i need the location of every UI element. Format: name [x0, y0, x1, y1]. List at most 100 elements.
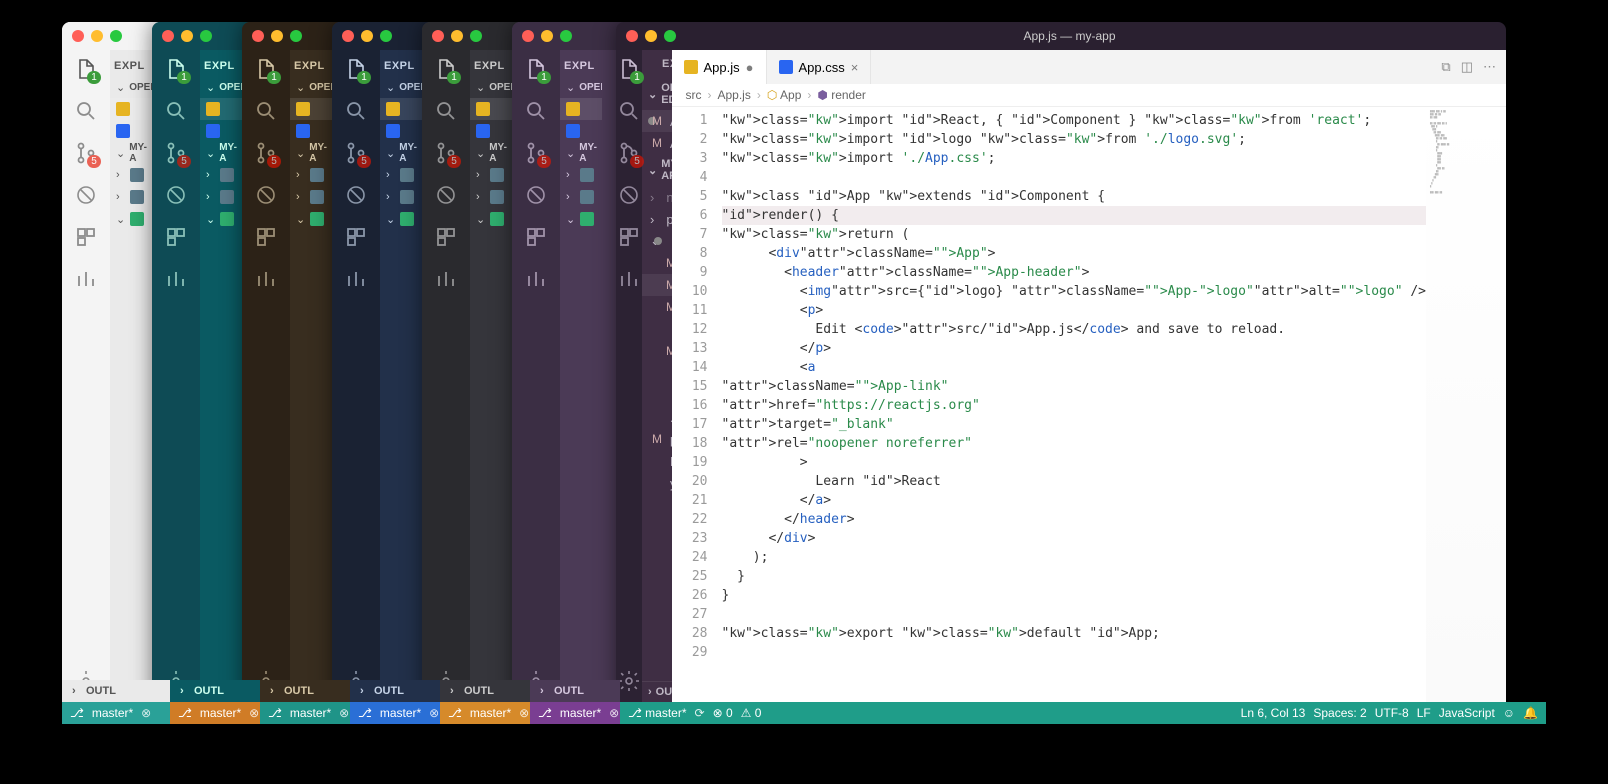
code-line[interactable]: "id">render() { [722, 206, 1427, 225]
tree-item[interactable]: index.css [642, 318, 672, 340]
search-icon[interactable] [343, 98, 369, 124]
extensions-icon[interactable] [163, 224, 189, 250]
breadcrumb-item[interactable]: App.js [718, 88, 751, 102]
cursor-position[interactable]: Ln 6, Col 13 [1241, 706, 1306, 720]
close-icon[interactable] [626, 30, 638, 42]
misc-icon[interactable] [253, 266, 279, 292]
zoom-icon[interactable] [290, 30, 302, 42]
close-icon[interactable] [432, 30, 444, 42]
debug-icon[interactable] [253, 182, 279, 208]
debug-icon[interactable] [73, 182, 99, 208]
open-editor-item[interactable]: App.csssrcM [642, 132, 672, 154]
minimap[interactable]: ████ ███ █ █████ ██ ████ █████ ██ ███ ██… [1426, 107, 1506, 702]
minimize-icon[interactable] [541, 30, 553, 42]
code-line[interactable]: } [722, 567, 1427, 586]
misc-icon[interactable] [163, 266, 189, 292]
source-control-icon[interactable]: 5 [343, 140, 369, 166]
tree-item[interactable]: index.jsM [642, 340, 672, 362]
tree-item[interactable]: serviceWorker.js [642, 384, 672, 406]
code-line[interactable]: <a [722, 358, 1427, 377]
extensions-icon[interactable] [433, 224, 459, 250]
misc-icon[interactable] [343, 266, 369, 292]
branch-indicator[interactable]: ⎇ master* [628, 706, 687, 720]
code-line[interactable]: "attr">target="_blank" [722, 415, 1427, 434]
debug-icon[interactable] [616, 182, 642, 208]
minimize-icon[interactable] [91, 30, 103, 42]
tree-item[interactable]: package.jsonM [642, 428, 672, 450]
code-line[interactable]: "kw">class="kw">return ( [722, 225, 1427, 244]
split-icon[interactable]: ◫ [1461, 59, 1473, 75]
source-control-icon[interactable]: 5 [616, 140, 642, 166]
tree-item[interactable]: README.md [642, 450, 672, 472]
source-control-icon[interactable]: 5 [163, 140, 189, 166]
code-line[interactable]: </a> [722, 491, 1427, 510]
zoom-icon[interactable] [664, 30, 676, 42]
code-line[interactable]: > [722, 453, 1427, 472]
breadcrumb[interactable]: src› App.js›⬡ App›⬢ render [672, 84, 1507, 107]
files-icon[interactable]: 1 [616, 56, 642, 82]
code-line[interactable]: "kw">class="kw">import "id">React, { "id… [722, 111, 1427, 130]
extensions-icon[interactable] [343, 224, 369, 250]
zoom-icon[interactable] [200, 30, 212, 42]
dirty-dot[interactable]: ● [746, 60, 754, 75]
search-icon[interactable] [253, 98, 279, 124]
zoom-icon[interactable] [110, 30, 122, 42]
misc-icon[interactable] [616, 266, 642, 292]
close-icon[interactable] [162, 30, 174, 42]
code-line[interactable]: </div> [722, 529, 1427, 548]
outline-header[interactable]: › OUTLINE [642, 681, 672, 702]
misc-icon[interactable] [523, 266, 549, 292]
minimize-icon[interactable] [271, 30, 283, 42]
code-line[interactable]: ); [722, 548, 1427, 567]
code-line[interactable]: "kw">class="kw">export "kw">class="kw">d… [722, 624, 1427, 643]
source-control-icon[interactable]: 5 [73, 140, 99, 166]
project-header[interactable]: ⌄ MY-APP [642, 154, 672, 186]
code-line[interactable]: <div "attr">className="">App"> [722, 244, 1427, 263]
sync-icon[interactable]: ⟳ [695, 706, 705, 720]
close-icon[interactable]: × [851, 60, 859, 75]
source-control-icon[interactable]: 5 [253, 140, 279, 166]
code-line[interactable]: "kw">class="kw">import "id">logo "kw">cl… [722, 130, 1427, 149]
extensions-icon[interactable] [73, 224, 99, 250]
tree-item[interactable]: App.jsM [642, 274, 672, 296]
minimize-icon[interactable] [361, 30, 373, 42]
close-icon[interactable] [522, 30, 534, 42]
debug-icon[interactable] [163, 182, 189, 208]
indent-indicator[interactable]: Spaces: 2 [1313, 706, 1366, 720]
debug-icon[interactable] [433, 182, 459, 208]
extensions-icon[interactable] [616, 224, 642, 250]
code-line[interactable]: <header "attr">className="">App-header"> [722, 263, 1427, 282]
files-icon[interactable]: 1 [163, 56, 189, 82]
open-editors-header[interactable]: ⌄ OPEN EDITORS 1 UNSAVED [642, 78, 672, 110]
zoom-icon[interactable] [380, 30, 392, 42]
code-line[interactable]: "kw">class="kw">import './App.css'; [722, 149, 1427, 168]
debug-icon[interactable] [523, 182, 549, 208]
files-icon[interactable]: 1 [73, 56, 99, 82]
code-line[interactable] [722, 168, 1427, 187]
zoom-icon[interactable] [470, 30, 482, 42]
search-icon[interactable] [73, 98, 99, 124]
warnings-indicator[interactable]: ⚠ 0 [741, 706, 762, 720]
tree-item[interactable]: ›node_modules [642, 186, 672, 208]
breadcrumb-item[interactable]: ⬢ render [817, 88, 866, 102]
code-line[interactable]: <img "attr">src={"id">logo} "attr">class… [722, 282, 1427, 301]
extensions-icon[interactable] [523, 224, 549, 250]
extensions-icon[interactable] [253, 224, 279, 250]
source-control-icon[interactable]: 5 [433, 140, 459, 166]
encoding-indicator[interactable]: UTF-8 [1375, 706, 1409, 720]
code-line[interactable]: Learn "id">React [722, 472, 1427, 491]
close-icon[interactable] [342, 30, 354, 42]
feedback-icon[interactable]: ☺ [1503, 706, 1515, 720]
tree-item[interactable]: ›public [642, 208, 672, 230]
zoom-icon[interactable] [560, 30, 572, 42]
search-icon[interactable] [163, 98, 189, 124]
code-line[interactable] [722, 605, 1427, 624]
close-icon[interactable] [252, 30, 264, 42]
tab-App-js[interactable]: App.js● [672, 50, 767, 84]
compare-icon[interactable]: ⧉ [1441, 59, 1450, 75]
tree-item[interactable]: ⌄src [642, 230, 672, 252]
tree-item[interactable]: .gitignore [642, 406, 672, 428]
close-icon[interactable] [72, 30, 84, 42]
tree-item[interactable]: App.cssM [642, 252, 672, 274]
code-line[interactable]: } [722, 586, 1427, 605]
